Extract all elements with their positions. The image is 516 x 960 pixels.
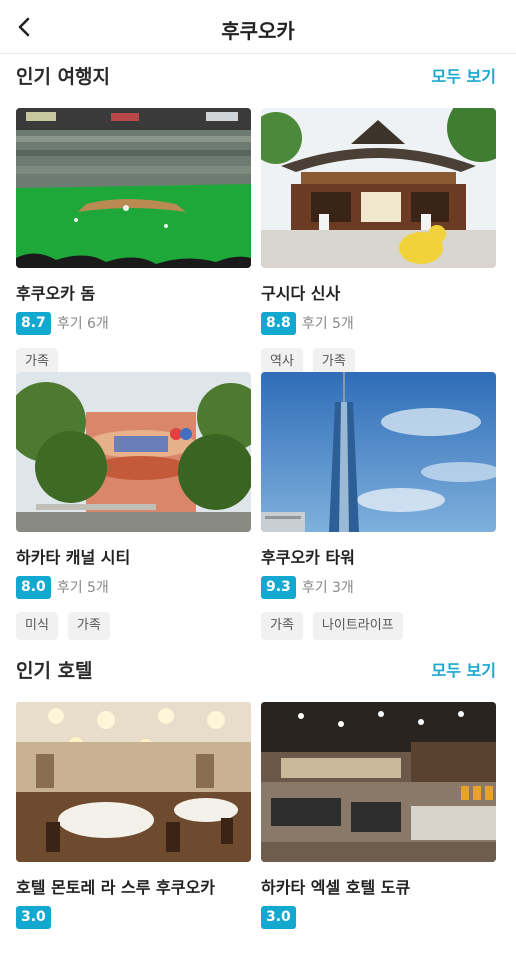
place-name: 후쿠오카 타워	[261, 548, 355, 566]
review-count: 후기 6개	[56, 316, 109, 332]
hotel-photo	[16, 702, 251, 862]
see-all-hotels-link[interactable]: 모두 보기	[432, 657, 496, 681]
rating-row: 3.0	[261, 905, 496, 929]
section-title: 인기 호텔	[16, 659, 93, 682]
hotel-name: 호텔 몬토레 라 스루 후쿠오카	[16, 878, 215, 896]
page-title: 후쿠오카	[221, 19, 295, 43]
score-badge: 3.0	[261, 905, 296, 929]
score-badge: 3.0	[16, 905, 51, 929]
rating-row: 9.3 후기 3개	[261, 575, 496, 599]
review-count: 후기 3개	[301, 580, 354, 596]
place-card[interactable]: 하카타 캐널 시티 8.0 후기 5개 미식 가족	[16, 372, 251, 640]
place-card[interactable]: 후쿠오카 돔 8.7 후기 6개 가족	[16, 108, 251, 376]
place-photo	[261, 372, 496, 532]
rating-row: 3.0	[16, 905, 251, 929]
popular-hotels-header: 인기 호텔 모두 보기	[16, 654, 496, 684]
place-name: 하카타 캐널 시티	[16, 548, 131, 566]
place-card[interactable]: 후쿠오카 타워 9.3 후기 3개 가족 나이트라이프	[261, 372, 496, 640]
hotel-card[interactable]: 하카타 엑셀 호텔 도큐 3.0	[261, 702, 496, 929]
tag-chip[interactable]: 나이트라이프	[312, 612, 403, 640]
review-count: 후기 5개	[56, 580, 109, 596]
score-badge: 9.3	[261, 575, 296, 599]
tag-chip[interactable]: 가족	[261, 612, 303, 640]
hotel-name: 하카타 엑셀 호텔 도큐	[261, 878, 411, 896]
score-badge: 8.0	[16, 575, 51, 599]
hotel-photo	[261, 702, 496, 862]
tag-list: 가족 나이트라이프	[261, 612, 496, 640]
tag-list: 미식 가족	[16, 612, 251, 640]
section-title: 인기 여행지	[16, 65, 111, 88]
tag-chip[interactable]: 미식	[16, 612, 58, 640]
place-name: 후쿠오카 돔	[16, 284, 96, 302]
tag-chip[interactable]: 가족	[67, 612, 110, 640]
rating-row: 8.7 후기 6개	[16, 311, 251, 335]
hotel-card[interactable]: 호텔 몬토레 라 스루 후쿠오카 3.0	[16, 702, 251, 929]
place-photo	[261, 108, 496, 268]
top-bar: 후쿠오카	[0, 0, 516, 54]
rating-row: 8.8 후기 5개	[261, 311, 496, 335]
place-photo	[16, 372, 251, 532]
see-all-places-link[interactable]: 모두 보기	[432, 63, 496, 87]
popular-places-header: 인기 여행지 모두 보기	[16, 60, 496, 90]
review-count: 후기 5개	[301, 316, 354, 332]
place-name: 구시다 신사	[261, 284, 341, 302]
place-photo	[16, 108, 251, 268]
score-badge: 8.7	[16, 311, 51, 335]
rating-row: 8.0 후기 5개	[16, 575, 251, 599]
score-badge: 8.8	[261, 311, 296, 335]
place-card[interactable]: 구시다 신사 8.8 후기 5개 역사 가족	[261, 108, 496, 376]
